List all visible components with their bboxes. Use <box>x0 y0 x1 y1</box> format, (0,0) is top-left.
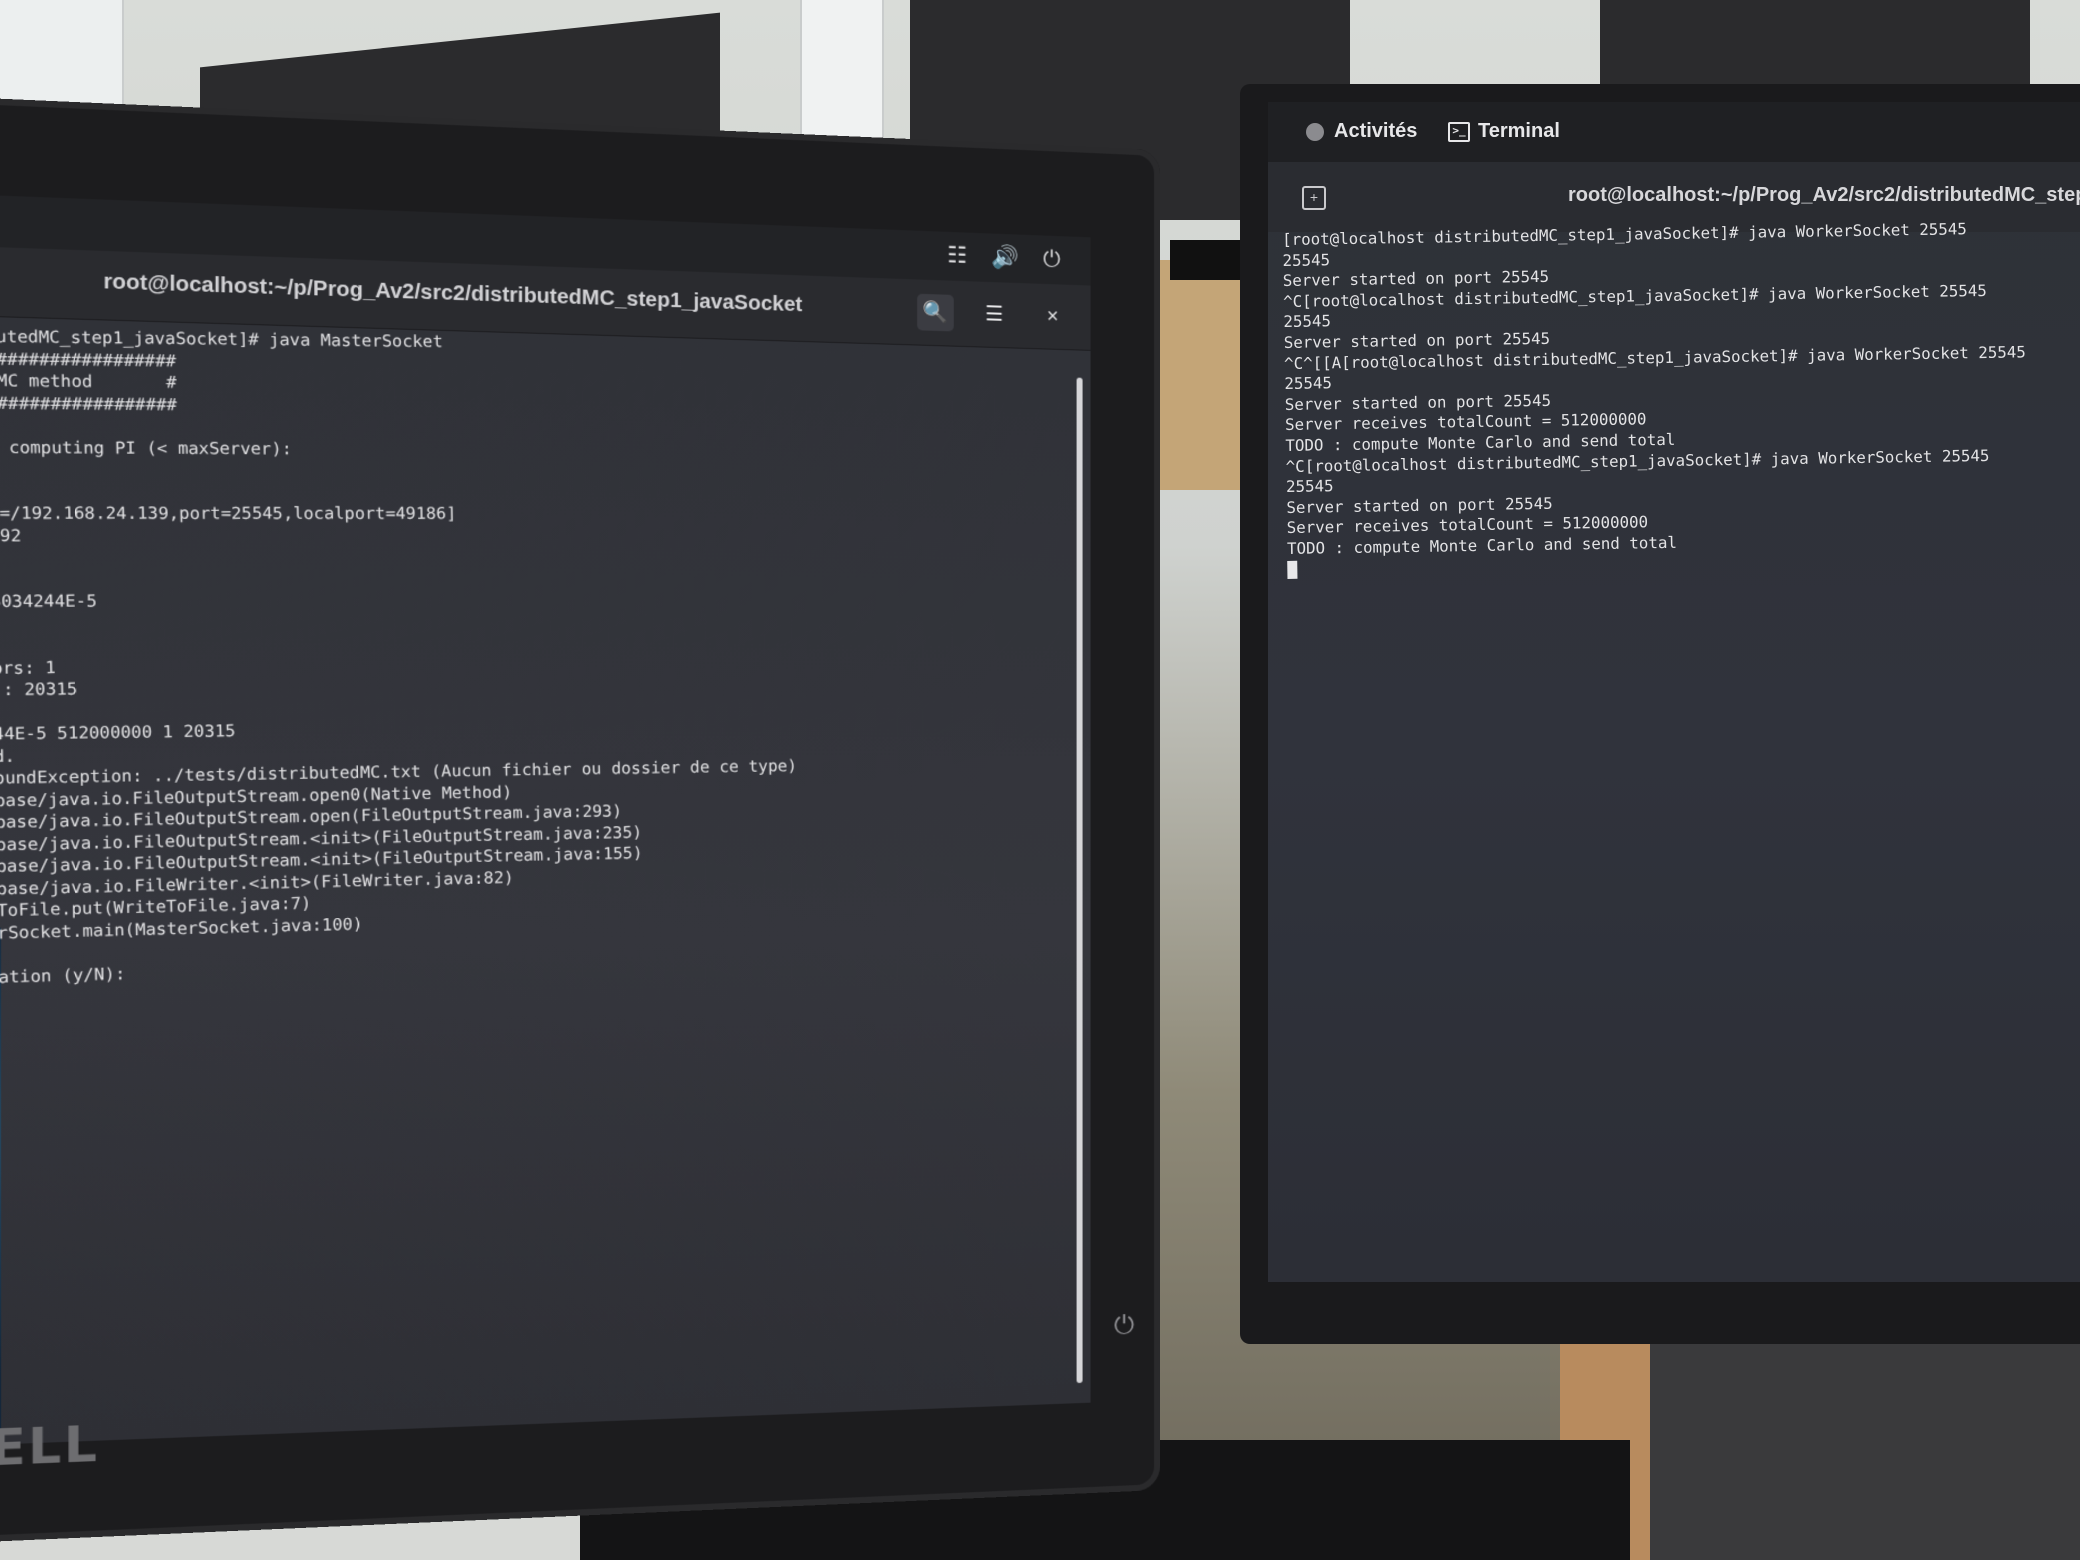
app-menu-button[interactable]: >_ Terminal <box>1448 120 1560 143</box>
network-icon[interactable]: ☷ <box>947 242 967 269</box>
close-icon: × <box>1046 305 1059 328</box>
terminal-output-left[interactable]: ocalhost distributedMC_step1_javaSocket]… <box>0 324 1073 1015</box>
terminal-icon: >_ <box>1448 121 1470 142</box>
photo-scene: ☷ 🔊 ⏻ root@localhost:~/p/Prog_Av2/src2/d… <box>0 0 2080 1560</box>
door-frame <box>800 0 884 154</box>
terminal-line: ET = Socket[addr=/192.168.24.139,port=25… <box>0 503 457 524</box>
window-title-right: root@localhost:~/p/Prog_Av2/src2/distrib… <box>1568 184 2080 206</box>
right-screen: Activités >_ Terminal + root@localhost:~… <box>1268 102 2080 1282</box>
activities-icon <box>1306 122 1324 141</box>
left-screen: ☷ 🔊 ⏻ root@localhost:~/p/Prog_Av2/src2/d… <box>0 188 1091 1452</box>
right-monitor: Activités >_ Terminal + root@localhost:~… <box>1240 84 2080 1344</box>
hamburger-icon: ☰ <box>985 303 1004 326</box>
app-menu-label: Terminal <box>1478 120 1560 142</box>
terminal-output-right[interactable]: [root@localhost distributedMC_step1_java… <box>1282 216 2080 580</box>
activities-label: Activités <box>1334 120 1418 142</box>
search-icon: 🔍 <box>922 301 949 325</box>
left-monitor: ☷ 🔊 ⏻ root@localhost:~/p/Prog_Av2/src2/d… <box>0 89 1160 1551</box>
activities-button[interactable]: Activités <box>1306 120 1417 143</box>
power-icon[interactable]: ⏻ <box>1043 246 1060 273</box>
terminal-line: nt sent: 402139092 <box>0 525 22 546</box>
brand-logo: DELL <box>0 1414 100 1479</box>
scrollbar[interactable] <box>1076 377 1083 1384</box>
search-button[interactable]: 🔍 <box>917 293 954 332</box>
volume-icon[interactable]: 🔊 <box>991 244 1019 271</box>
menu-button[interactable]: ☰ <box>976 296 1012 334</box>
new-tab-icon[interactable]: + <box>1302 186 1326 210</box>
system-tray: ☷ 🔊 ⏻ <box>947 242 1060 272</box>
desk-front-right <box>1650 1330 2080 1560</box>
close-button[interactable]: × <box>1035 298 1071 335</box>
terminal-cursor <box>1287 560 1298 579</box>
header-buttons: 🔍 ☰ × <box>917 293 1071 335</box>
gnome-top-bar: Activités >_ Terminal <box>1268 102 2080 162</box>
monitor-power-icon[interactable]: ⏻ <box>1114 1309 1134 1342</box>
window-title: root@localhost:~/p/Prog_Av2/src2/distrib… <box>103 270 803 317</box>
